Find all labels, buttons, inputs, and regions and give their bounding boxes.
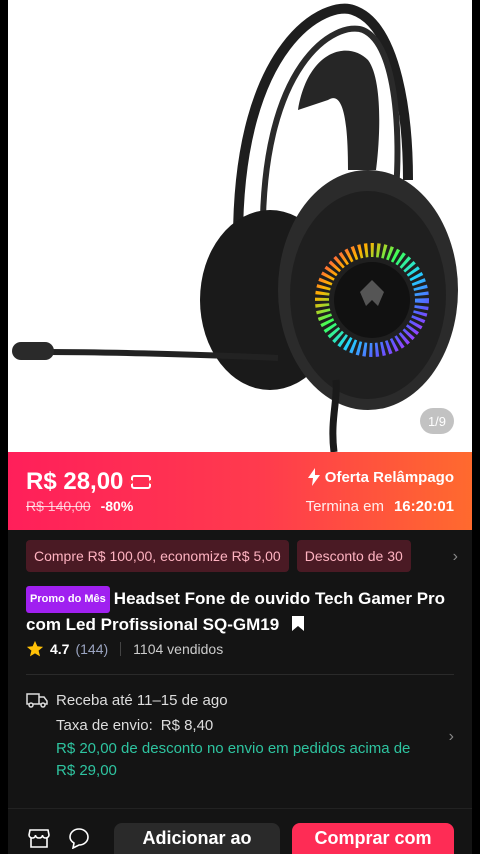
chevron-right-icon[interactable]: › — [449, 728, 454, 746]
chat-icon[interactable] — [68, 827, 90, 849]
delivery-text: Receba até 11–15 de ago — [56, 691, 228, 709]
image-counter: 1/9 — [420, 408, 454, 434]
flash-sale-text: Oferta Relâmpago — [324, 468, 454, 486]
shipping-section[interactable]: Receba até 11–15 de ago Taxa de envio: R… — [26, 688, 454, 782]
price-sub: R$ 140,00 -80% — [26, 498, 133, 514]
rating-value: 4.7 — [50, 641, 70, 657]
flash-sale-banner: R$ 28,00 R$ 140,00 -80% Oferta Relâmpago… — [8, 452, 472, 530]
divider — [120, 642, 122, 656]
shipping-fee-label: Taxa de envio: — [56, 716, 153, 734]
lightning-icon — [307, 468, 320, 486]
promo-badge: Promo do Mês — [26, 586, 110, 613]
review-count[interactable]: (144) — [75, 641, 108, 657]
section-divider — [26, 674, 454, 675]
product-page: 1/9 R$ 28,00 R$ 140,00 -80% Oferta Relâm… — [8, 0, 472, 854]
rating-row[interactable]: 4.7 (144) 1104 vendidos — [26, 640, 223, 658]
price-main: R$ 28,00 — [26, 468, 154, 496]
ticket-icon[interactable] — [129, 475, 154, 489]
store-icon[interactable] — [28, 827, 50, 849]
truck-icon — [26, 693, 48, 708]
flash-sale-label: Oferta Relâmpago — [307, 468, 454, 486]
shipping-fee-row: Taxa de envio: R$ 8,40 — [56, 712, 454, 738]
original-price: R$ 140,00 — [26, 498, 91, 514]
countdown: Termina em 16:20:01 — [306, 498, 454, 515]
add-to-cart-button[interactable]: Adicionar ao — [114, 823, 280, 854]
countdown-label: Termina em — [305, 498, 384, 515]
sold-count: 1104 vendidos — [133, 641, 224, 657]
shipping-promo: R$ 20,00 de desconto no envio em pedidos… — [56, 740, 411, 779]
product-title-block: Promo do Mês Headset Fone de ouvido Tech … — [26, 586, 456, 636]
star-icon — [26, 640, 44, 657]
discount-percent: -80% — [100, 498, 134, 514]
product-image-gallery[interactable]: 1/9 — [8, 0, 472, 452]
bottom-action-bar: Adicionar ao Comprar com — [8, 808, 472, 854]
coupon-chip[interactable]: Desconto de 30 — [296, 540, 411, 572]
chevron-right-icon[interactable]: › — [453, 548, 458, 566]
coupon-chip[interactable]: Compre R$ 100,00, economize R$ 5,00 — [26, 540, 289, 572]
countdown-time: 16:20:01 — [393, 498, 454, 515]
coupon-row[interactable]: Compre R$ 100,00, economize R$ 5,00 Desc… — [8, 540, 472, 576]
shipping-fee-value: R$ 8,40 — [160, 716, 214, 734]
headset-product-icon — [12, 3, 458, 452]
current-price: R$ 28,00 — [26, 468, 124, 495]
bookmark-icon[interactable] — [291, 616, 304, 631]
delivery-row: Receba até 11–15 de ago — [26, 688, 454, 712]
buy-button[interactable]: Comprar com — [292, 823, 454, 854]
